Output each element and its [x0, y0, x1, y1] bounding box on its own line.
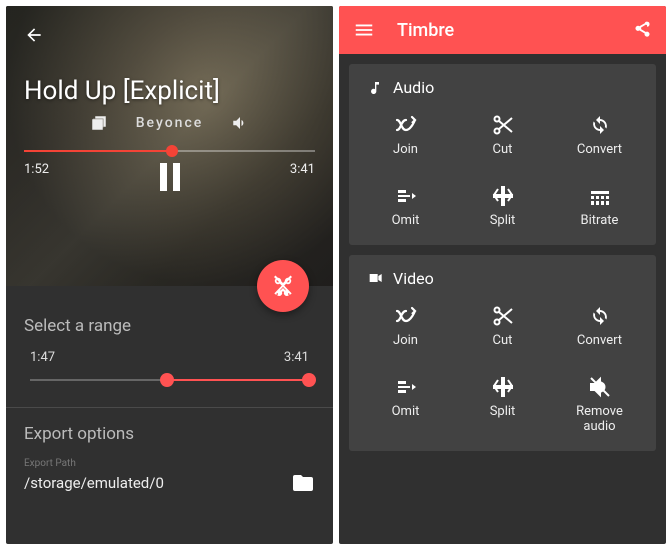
cut-icon	[491, 113, 515, 137]
playback-progress[interactable]	[24, 150, 315, 152]
video-convert-tile[interactable]: Convert	[551, 298, 648, 355]
menu-icon[interactable]	[353, 19, 375, 41]
bitrate-icon	[588, 184, 612, 208]
range-thumb-start[interactable]	[160, 373, 174, 387]
appbar: Timbre	[339, 6, 666, 54]
export-section: Export options Export Path /storage/emul…	[6, 408, 333, 503]
video-omit-tile[interactable]: Omit	[357, 369, 454, 441]
join-icon	[394, 113, 418, 137]
video-card: Video Join Cut Convert Omit Split	[349, 255, 656, 451]
app-title: Timbre	[397, 20, 454, 41]
export-path-value: /storage/emulated/0	[24, 474, 281, 492]
video-section-title: Video	[393, 269, 434, 288]
video-remove-audio-tile[interactable]: Remove audio	[551, 369, 648, 441]
cut-icon	[491, 304, 515, 328]
track-artist: Beyonce	[136, 115, 204, 131]
folder-icon[interactable]	[291, 471, 315, 495]
range-slider[interactable]	[30, 379, 309, 381]
editor-screen: Hold Up [Explicit] Beyonce 1:52 3:41	[6, 6, 333, 544]
audio-convert-tile[interactable]: Convert	[551, 107, 648, 164]
note-icon	[367, 80, 383, 96]
export-path-label: Export Path	[24, 458, 315, 469]
player-area: Hold Up [Explicit] Beyonce 1:52 3:41	[6, 6, 333, 286]
audio-split-tile[interactable]: Split	[454, 178, 551, 235]
home-screen: Timbre Audio Join Cut Convert	[339, 6, 666, 544]
omit-icon	[394, 375, 418, 399]
range-title: Select a range	[24, 316, 315, 336]
omit-icon	[394, 184, 418, 208]
mute-icon	[588, 375, 612, 399]
split-icon	[491, 184, 515, 208]
track-title: Hold Up [Explicit]	[24, 76, 315, 106]
join-icon	[394, 304, 418, 328]
export-title: Export options	[24, 424, 315, 444]
audio-join-tile[interactable]: Join	[357, 107, 454, 164]
track-meta: Beyonce	[24, 114, 315, 132]
range-end: 3:41	[284, 350, 309, 365]
audio-omit-tile[interactable]: Omit	[357, 178, 454, 235]
audio-bitrate-tile[interactable]: Bitrate	[551, 178, 648, 235]
video-cut-tile[interactable]: Cut	[454, 298, 551, 355]
cut-fab-button[interactable]	[257, 260, 309, 312]
album-art-icon[interactable]	[90, 114, 108, 132]
split-icon	[491, 375, 515, 399]
share-icon[interactable]	[632, 20, 652, 40]
volume-icon[interactable]	[231, 114, 249, 132]
range-thumb-end[interactable]	[302, 373, 316, 387]
video-icon	[367, 270, 383, 286]
convert-icon	[588, 113, 612, 137]
video-join-tile[interactable]: Join	[357, 298, 454, 355]
convert-icon	[588, 304, 612, 328]
pause-button[interactable]	[160, 163, 180, 191]
back-icon[interactable]	[24, 25, 44, 45]
video-split-tile[interactable]: Split	[454, 369, 551, 441]
range-start: 1:47	[30, 350, 55, 365]
audio-section-title: Audio	[393, 78, 434, 97]
audio-cut-tile[interactable]: Cut	[454, 107, 551, 164]
audio-card: Audio Join Cut Convert Omit Split	[349, 64, 656, 245]
